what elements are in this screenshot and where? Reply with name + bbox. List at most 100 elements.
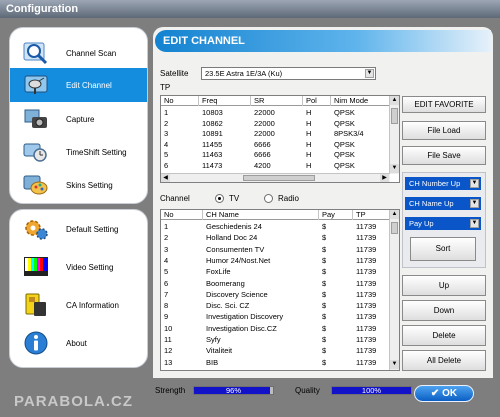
table-row[interactable]: 7 Discovery Science $11739: [161, 290, 390, 299]
table-cell: $: [322, 255, 327, 265]
table-row[interactable]: 2 Holland Doc 24 $11739: [161, 233, 390, 242]
table-row[interactable]: 3 Consumenten TV $11739: [161, 245, 390, 254]
all-delete-button[interactable]: All Delete: [402, 350, 486, 371]
sidebar-item-about[interactable]: About: [10, 326, 147, 360]
column-header-no[interactable]: No: [161, 210, 203, 220]
radio-tv[interactable]: [215, 194, 224, 203]
table-cell: 11739: [356, 346, 377, 356]
column-header-nim-mode[interactable]: Nim Mode: [331, 96, 390, 106]
table-cell: 11739: [356, 267, 377, 277]
sort-key-1-select[interactable]: CH Number Up ▼: [405, 177, 481, 190]
scroll-right-icon[interactable]: ▶: [380, 174, 389, 182]
quality-meter: 100%: [331, 386, 412, 395]
table-cell: 11739: [356, 244, 377, 254]
tp-horizontal-scrollbar[interactable]: ◀ ▶: [161, 173, 390, 182]
table-row[interactable]: 6 Boomerang $11739: [161, 279, 390, 288]
sidebar-item-capture[interactable]: Capture: [10, 102, 147, 136]
column-header-no[interactable]: No: [161, 96, 199, 106]
sidebar-item-label: Edit Channel: [66, 80, 112, 90]
table-cell: QPSK: [334, 160, 355, 170]
table-cell: $: [322, 278, 327, 288]
channel-vertical-scrollbar[interactable]: ▲ ▼: [389, 210, 399, 370]
table-row[interactable]: 1 10803 22000 H QPSK: [161, 108, 390, 117]
table-row[interactable]: 2 10862 22000 H QPSK: [161, 119, 390, 128]
table-row[interactable]: 5 FoxLife $11739: [161, 267, 390, 276]
table-cell: 11739: [356, 335, 377, 344]
table-row[interactable]: 1 Geschiedenis 24 $11739: [161, 222, 390, 231]
table-cell: BIB: [206, 357, 219, 367]
ok-button[interactable]: ✔ OK: [414, 385, 474, 402]
table-cell: H: [306, 129, 312, 138]
sidebar-item-skins-setting[interactable]: Skins Setting: [10, 168, 147, 202]
scroll-up-icon[interactable]: ▲: [390, 210, 399, 219]
column-header-pol[interactable]: Pol: [303, 96, 331, 106]
radio-radio[interactable]: [264, 194, 273, 203]
table-cell: 6666: [254, 139, 271, 149]
info-icon: [22, 330, 50, 356]
table-cell: 4: [164, 139, 169, 149]
scroll-up-icon[interactable]: ▲: [390, 96, 399, 105]
table-row[interactable]: 4 11455 6666 H QPSK: [161, 140, 390, 149]
table-row[interactable]: 4 Humor 24/Nost.Net $11739: [161, 256, 390, 265]
sort-key-2-select[interactable]: CH Name Up ▼: [405, 197, 481, 210]
satellite-select[interactable]: 23.5E Astra 1E/3A (Ku) ▼: [201, 67, 376, 80]
chevron-down-icon: ▼: [365, 69, 374, 78]
table-cell: 5: [164, 150, 169, 159]
down-button[interactable]: Down: [402, 300, 486, 321]
camera-icon: [22, 106, 50, 132]
sidebar-item-video-setting[interactable]: Video Setting: [10, 250, 147, 284]
sort-key-3-select[interactable]: Pay Up ▼: [405, 217, 481, 230]
scroll-down-icon[interactable]: ▼: [390, 164, 399, 173]
sidebar-item-ca-information[interactable]: CA Information: [10, 288, 147, 322]
watermark-logo: PARABOLA.CZ: [14, 393, 134, 410]
sidebar-item-label: About: [66, 338, 87, 348]
table-row[interactable]: 13 BIB $11739: [161, 358, 390, 367]
table-row[interactable]: 8 Disc. Sci. CZ $11739: [161, 301, 390, 310]
table-row[interactable]: 12 Vitaliteit $11739: [161, 346, 390, 355]
table-row[interactable]: 3 10891 22000 H 8PSK3/4: [161, 129, 390, 138]
table-cell: 2: [164, 233, 169, 243]
column-header-pay[interactable]: Pay: [319, 210, 353, 220]
column-header-ch-name[interactable]: CH Name: [203, 210, 319, 220]
table-cell: 22000: [254, 118, 275, 128]
table-row[interactable]: 11 Syfy $11739: [161, 335, 390, 344]
sidebar-item-label: Capture: [66, 114, 95, 124]
file-save-button[interactable]: File Save: [402, 146, 486, 165]
table-row[interactable]: 6 11473 4200 H QPSK: [161, 161, 390, 170]
column-header-tp[interactable]: TP: [353, 210, 390, 220]
table-row[interactable]: 10 Investigation Disc.CZ $11739: [161, 324, 390, 333]
sidebar-item-channel-scan[interactable]: Channel Scan: [10, 36, 147, 70]
table-cell: QPSK: [334, 139, 355, 149]
up-button[interactable]: Up: [402, 275, 486, 296]
scroll-thumb[interactable]: [391, 108, 398, 124]
sidebar-item-default-setting[interactable]: Default Setting: [10, 212, 147, 246]
edit-favorite-button[interactable]: EDIT FAVORITE: [402, 96, 486, 113]
column-header-freq[interactable]: Freq: [199, 96, 251, 106]
scroll-thumb[interactable]: [243, 175, 315, 181]
magnifier-icon: [22, 40, 50, 66]
table-cell: 10803: [202, 108, 223, 117]
table-cell: 11455: [202, 139, 223, 149]
table-cell: 22000: [254, 108, 275, 117]
sidebar-item-timeshift-setting[interactable]: TimeShift Setting: [10, 135, 147, 169]
sidebar-item-label: Skins Setting: [66, 180, 113, 190]
table-cell: Disc. Sci. CZ: [206, 301, 250, 311]
table-cell: $: [322, 301, 327, 311]
table-cell: Consumenten TV: [206, 244, 265, 254]
scroll-thumb[interactable]: [391, 222, 398, 234]
column-header-sr[interactable]: SR: [251, 96, 303, 106]
table-row[interactable]: 9 Investigation Discovery $11739: [161, 312, 390, 321]
file-load-button[interactable]: File Load: [402, 121, 486, 140]
channel-table-header: No CH Name Pay TP: [161, 210, 390, 220]
table-cell: FoxLife: [206, 267, 231, 277]
tp-vertical-scrollbar[interactable]: ▲ ▼: [389, 96, 399, 174]
delete-button[interactable]: Delete: [402, 325, 486, 346]
table-cell: 11463: [202, 150, 223, 159]
scroll-down-icon[interactable]: ▼: [390, 360, 399, 369]
scroll-left-icon[interactable]: ◀: [161, 174, 170, 182]
table-cell: 11739: [356, 222, 377, 231]
table-cell: $: [322, 222, 327, 231]
sort-button[interactable]: Sort: [410, 237, 476, 261]
sidebar-item-edit-channel[interactable]: Edit Channel: [10, 68, 147, 102]
table-row[interactable]: 5 11463 6666 H QPSK: [161, 150, 390, 159]
